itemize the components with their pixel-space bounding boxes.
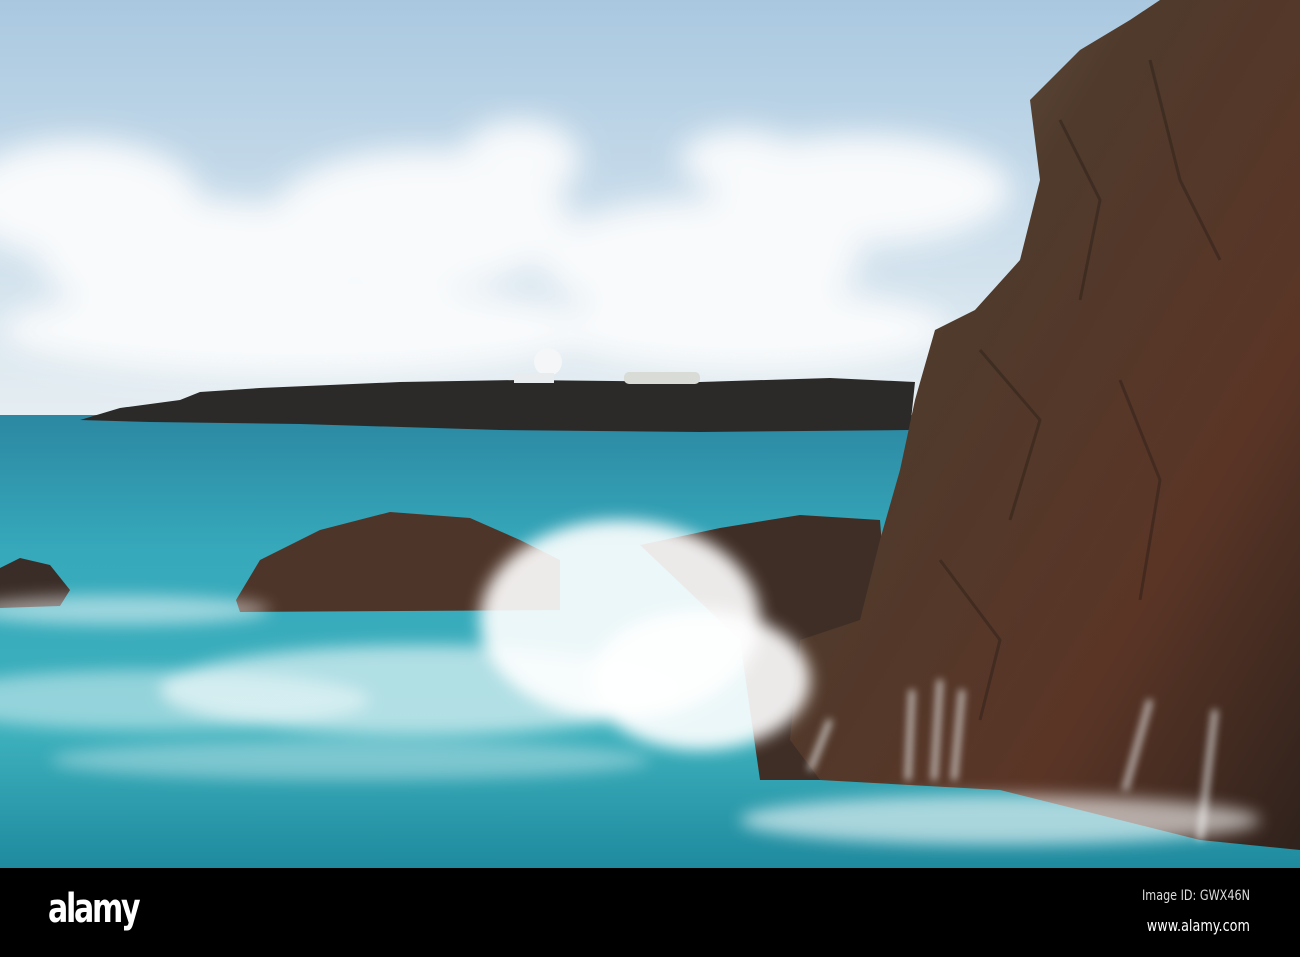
alamy-url: www.alamy.com xyxy=(1146,916,1250,935)
watermark-bar: alamy Image ID: GWX46N www.alamy.com xyxy=(0,868,1300,957)
coastal-scene xyxy=(0,0,1300,868)
alamy-logo: alamy xyxy=(48,886,141,932)
stock-photo: alamy Image ID: GWX46N www.alamy.com xyxy=(0,0,1300,957)
image-id: Image ID: GWX46N xyxy=(1142,888,1250,904)
